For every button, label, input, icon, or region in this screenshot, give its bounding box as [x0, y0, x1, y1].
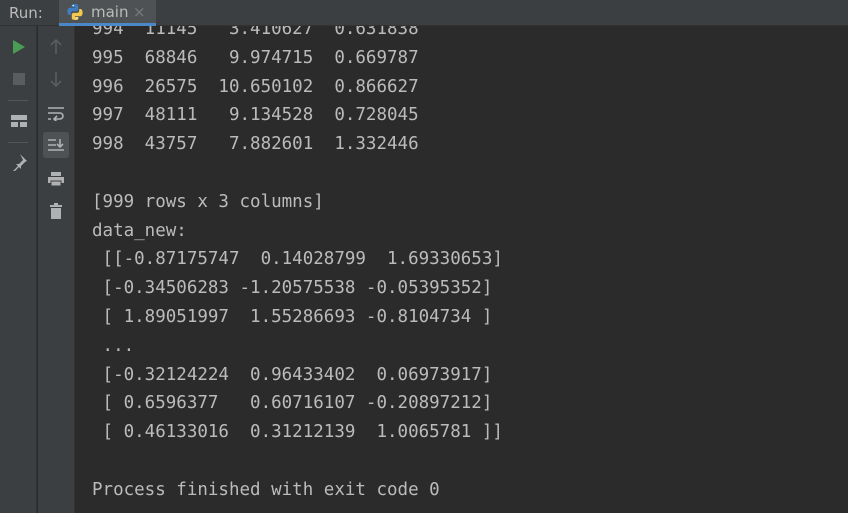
- tab-main[interactable]: main ×: [59, 0, 156, 26]
- console-line: [ 1.89051997 1.55286693 -0.8104734 ]: [92, 306, 493, 327]
- up-arrow-icon[interactable]: [43, 34, 69, 60]
- soft-wrap-icon[interactable]: [43, 100, 69, 126]
- console-line: 994 11145 3.410627 0.631838: [92, 26, 419, 39]
- tab-main-label: main: [91, 3, 129, 21]
- console-line: 995 68846 9.974715 0.669787: [92, 47, 419, 68]
- console-actions-toolbar: [38, 26, 75, 513]
- console-line: 997 48111 9.134528 0.728045: [92, 105, 419, 126]
- toolbar-separator: [8, 100, 28, 101]
- python-icon: [66, 3, 84, 21]
- console-line: Process finished with exit code 0: [92, 479, 440, 500]
- console-output[interactable]: 994 11145 3.410627 0.631838 995 68846 9.9…: [76, 26, 848, 513]
- run-tool-window: Run: main × 994 11145 3.410627 0.631838 …: [0, 0, 848, 513]
- run-actions-toolbar: [0, 26, 37, 513]
- print-icon[interactable]: [43, 166, 69, 192]
- console-line: [999 rows x 3 columns]: [92, 191, 324, 212]
- console-line: [-0.32124224 0.96433402 0.06973917]: [92, 364, 493, 385]
- run-header: Run: main ×: [0, 0, 848, 26]
- console-line: [ 0.6596377 0.60716107 -0.20897212]: [92, 393, 493, 414]
- console-line: [ 0.46133016 0.31212139 1.0065781 ]]: [92, 422, 503, 443]
- stop-icon[interactable]: [6, 66, 32, 92]
- console-line: ...: [92, 335, 135, 356]
- pin-icon[interactable]: [6, 149, 32, 175]
- console-line: 996 26575 10.650102 0.866627: [92, 76, 419, 97]
- console-line: data_new:: [92, 220, 187, 241]
- console-line: 998 43757 7.882601 1.332446: [92, 134, 419, 155]
- close-icon[interactable]: ×: [133, 3, 146, 21]
- run-icon[interactable]: [6, 34, 32, 60]
- console-line: [[-0.87175747 0.14028799 1.69330653]: [92, 249, 503, 270]
- scroll-to-end-icon[interactable]: [43, 132, 69, 158]
- layout-icon[interactable]: [6, 108, 32, 134]
- down-arrow-icon[interactable]: [43, 66, 69, 92]
- toolbar-separator: [8, 142, 28, 143]
- console-text: 994 11145 3.410627 0.631838 995 68846 9.9…: [92, 26, 503, 505]
- run-label: Run:: [9, 4, 43, 22]
- trash-icon[interactable]: [43, 198, 69, 224]
- console-line: [-0.34506283 -1.20575538 -0.05395352]: [92, 278, 493, 299]
